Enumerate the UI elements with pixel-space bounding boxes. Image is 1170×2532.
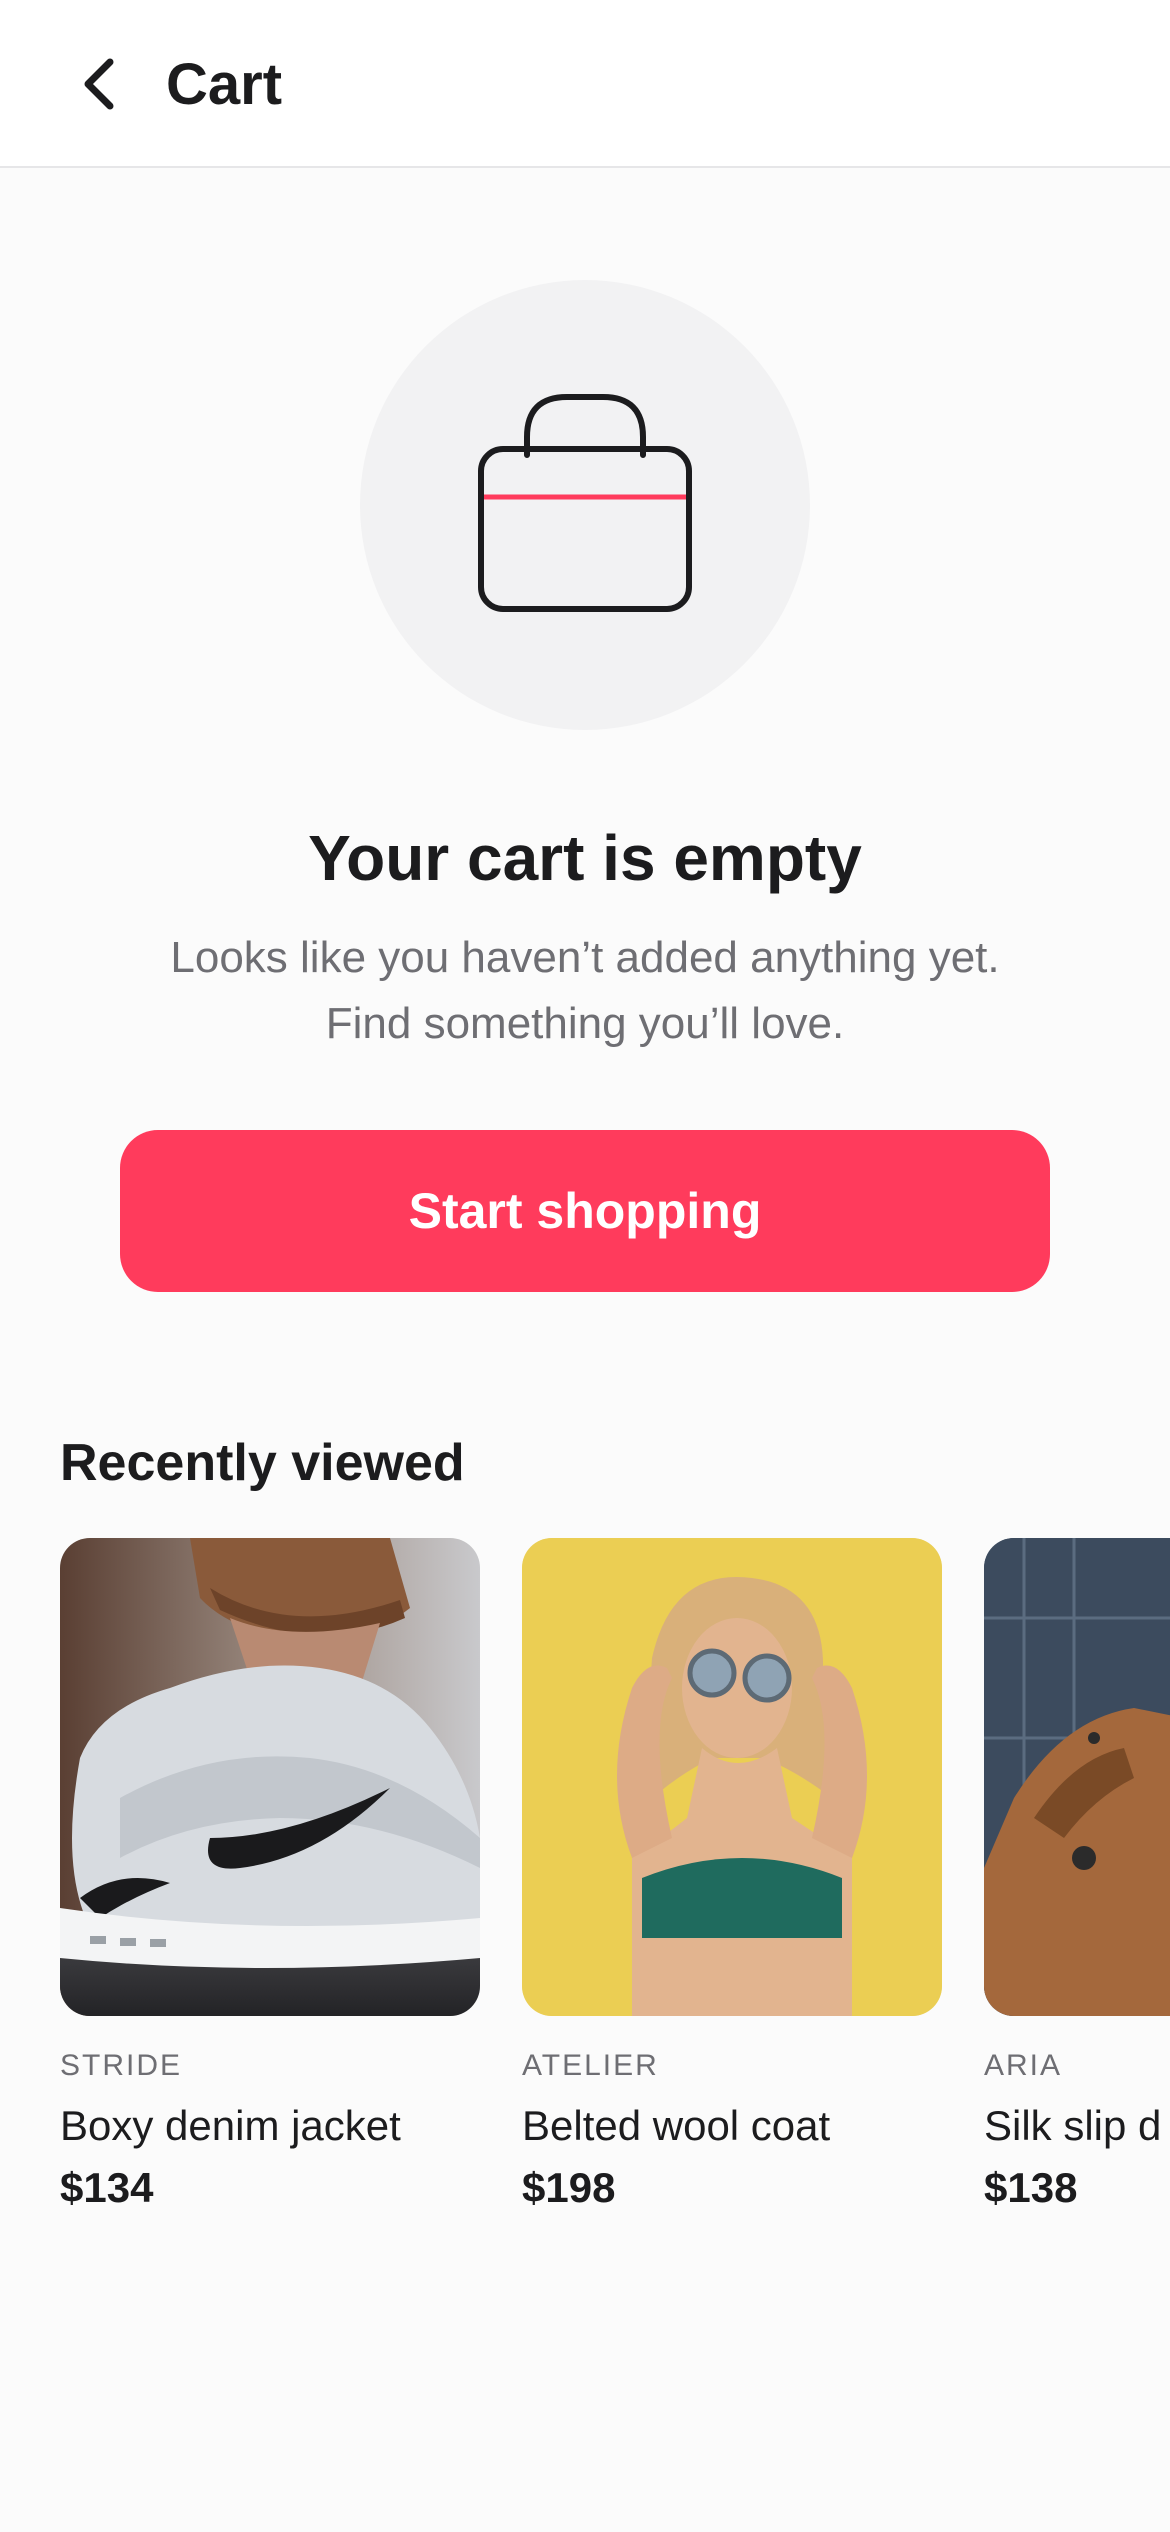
product-price: $134 [60,2164,154,2211]
shopping-bag-icon [478,394,692,612]
empty-state-title: Your cart is empty [308,822,862,894]
sneaker-photo [60,1538,480,2016]
product-image[interactable] [522,1538,942,2016]
product-brand: ATELIER [522,2049,659,2082]
product-name: Silk slip d [984,2102,1162,2149]
recently-viewed-carousel[interactable]: STRIDE Boxy denim jacket $134 ATELIER Be… [60,1538,1170,2238]
product-price: $138 [984,2164,1078,2211]
product-price: $198 [522,2164,616,2211]
product-card[interactable]: STRIDE Boxy denim jacket $134 [60,1538,480,2216]
start-shopping-button[interactable]: Start shopping [120,1130,1050,1292]
product-name: Boxy denim jacket [60,2102,401,2149]
product-image[interactable] [984,1538,1170,2016]
product-card[interactable]: ATELIER Belted wool coat $198 [522,1538,942,2216]
woman-sunglasses-photo [522,1538,942,2016]
empty-state-subtitle: Looks like you haven’t added anything ye… [170,933,1000,1048]
product-image[interactable] [60,1538,480,2016]
app-header: Cart [0,0,1170,168]
empty-cart-illustration [360,280,810,730]
product-card[interactable]: ARIA Silk slip d $138 [984,1538,1170,2216]
product-name: Belted wool coat [522,2102,831,2149]
chevron-left-icon [84,58,114,110]
product-brand: STRIDE [60,2049,183,2082]
product-brand: ARIA [984,2049,1063,2082]
leather-jacket-photo [984,1538,1170,2016]
back-button[interactable] [60,44,140,124]
page-title: Cart [166,52,283,117]
recently-viewed-title: Recently viewed [60,1434,465,1492]
